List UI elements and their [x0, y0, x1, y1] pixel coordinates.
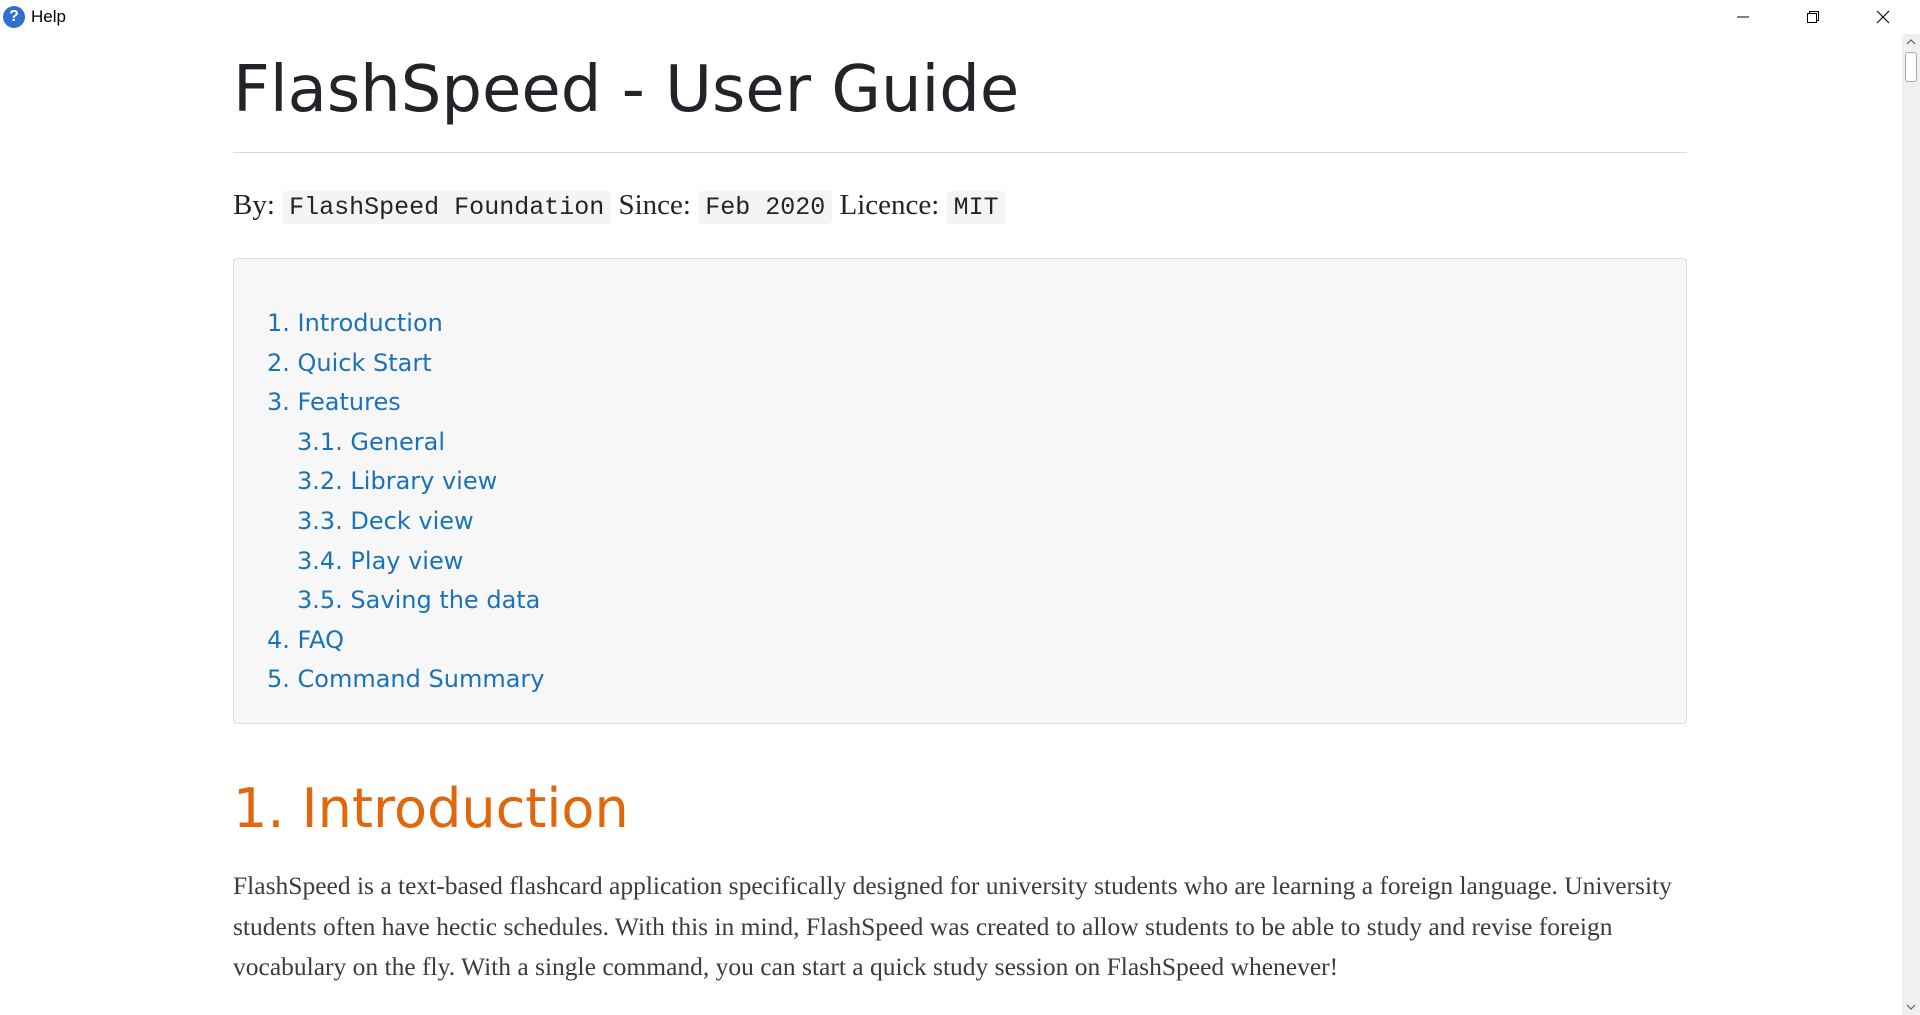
toc-link-faq[interactable]: 4. FAQ: [267, 621, 1653, 661]
licence-value: MIT: [946, 191, 1006, 224]
scroll-up-arrow[interactable]: [1902, 34, 1920, 50]
restore-button[interactable]: [1778, 0, 1848, 34]
page-title: FlashSpeed - User Guide: [233, 48, 1687, 153]
scroll-thumb[interactable]: [1905, 52, 1917, 82]
window-titlebar: ? Help: [0, 0, 1920, 34]
chevron-down-icon: [1906, 1004, 1916, 1010]
toc-link-quick-start[interactable]: 2. Quick Start: [267, 344, 1653, 384]
minimize-icon: [1737, 16, 1749, 18]
by-label: By:: [233, 189, 275, 221]
minimize-button[interactable]: [1708, 0, 1778, 34]
since-value: Feb 2020: [698, 191, 833, 224]
help-content: FlashSpeed - User Guide By: FlashSpeed F…: [233, 34, 1687, 988]
toc-link-command-summary[interactable]: 5. Command Summary: [267, 660, 1653, 700]
document-byline: By: FlashSpeed Foundation Since: Feb 202…: [233, 185, 1687, 228]
introduction-paragraph: FlashSpeed is a text-based flashcard app…: [233, 871, 1672, 981]
toc-link-play-view[interactable]: 3.4. Play view: [267, 542, 1653, 582]
since-label: Since:: [618, 189, 691, 221]
scroll-down-arrow[interactable]: [1902, 999, 1920, 1015]
section-heading-introduction: 1. Introduction: [233, 777, 629, 840]
chevron-up-icon: [1906, 39, 1916, 45]
help-question-icon: ?: [3, 6, 25, 28]
toc-link-saving-data[interactable]: 3.5. Saving the data: [267, 581, 1653, 621]
restore-icon: [1807, 11, 1819, 23]
toc-link-deck-view[interactable]: 3.3. Deck view: [267, 502, 1653, 542]
window-title: Help: [31, 7, 66, 26]
author-value: FlashSpeed Foundation: [282, 191, 612, 224]
toc-link-general[interactable]: 3.1. General: [267, 423, 1653, 463]
close-button[interactable]: [1848, 0, 1918, 34]
toc-link-introduction[interactable]: 1. Introduction: [267, 304, 1653, 344]
licence-label: Licence:: [839, 189, 940, 221]
close-icon: [1876, 10, 1890, 24]
toc-link-features[interactable]: 3. Features: [267, 383, 1653, 423]
toc-link-library-view[interactable]: 3.2. Library view: [267, 462, 1653, 502]
vertical-scrollbar[interactable]: [1902, 34, 1920, 1015]
table-of-contents: 1. Introduction 2. Quick Start 3. Featur…: [233, 258, 1687, 724]
